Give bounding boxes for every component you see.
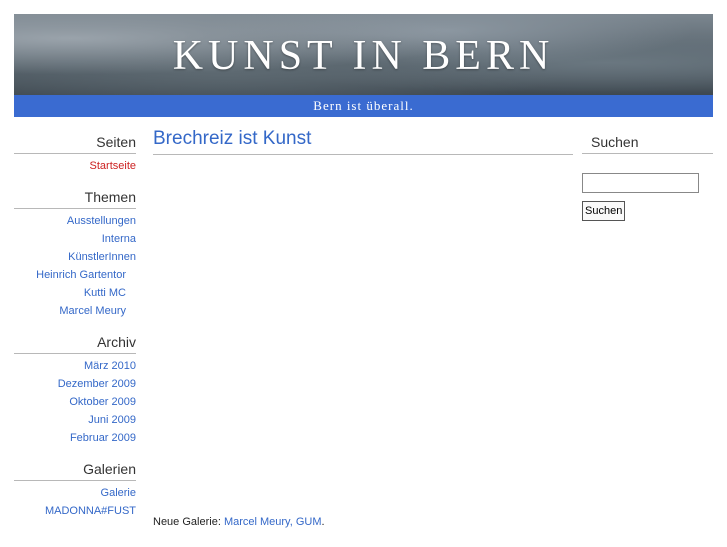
archive-link-juni-2009[interactable]: Juni 2009 — [88, 414, 136, 426]
list-item: Marcel Meury — [14, 302, 136, 320]
widget-title-pages: Seiten — [14, 134, 136, 154]
list-item: KünstlerInnen — [14, 248, 136, 266]
list-item: Dezember 2009 — [14, 375, 136, 393]
list-item: Juni 2009 — [14, 411, 136, 429]
archive-link-oktober-2009[interactable]: Oktober 2009 — [69, 396, 136, 408]
themes-list: Ausstellungen Interna KünstlerInnen Hein… — [14, 212, 136, 320]
category-link-ausstellungen[interactable]: Ausstellungen — [67, 215, 136, 227]
main-content: Brechreiz ist Kunst — [153, 128, 573, 155]
site-title[interactable]: KUNST IN BERN — [14, 32, 713, 80]
list-item: Februar 2009 — [14, 429, 136, 447]
widget-title-archive: Archiv — [14, 334, 136, 354]
list-item: Kutti MC — [14, 284, 136, 302]
archive-link-dezember-2009[interactable]: Dezember 2009 — [58, 378, 136, 390]
list-item: März 2010 — [14, 357, 136, 375]
excerpt-prefix: Neue Galerie: — [153, 516, 224, 528]
search-input[interactable] — [582, 173, 699, 193]
widget-title-search: Suchen — [582, 134, 713, 154]
list-item: Galerie — [14, 484, 136, 502]
post-excerpt: Neue Galerie: Marcel Meury, GUM. — [153, 516, 325, 528]
list-item: Interna — [14, 230, 136, 248]
archive-link-maerz-2010[interactable]: März 2010 — [84, 360, 136, 372]
post-text-cutoff — [153, 539, 573, 547]
category-link-interna[interactable]: Interna — [102, 233, 136, 245]
left-sidebar: Seiten Startseite Themen Ausstellungen I… — [14, 134, 136, 520]
category-link-kuenstlerinnen[interactable]: KünstlerInnen — [68, 251, 136, 263]
galleries-list: Galerie MADONNA#FUST — [14, 484, 136, 520]
gallery-link-madonna-fust[interactable]: MADONNA#FUST — [45, 505, 136, 517]
category-link-marcel-meury[interactable]: Marcel Meury — [59, 305, 126, 317]
list-item: Ausstellungen — [14, 212, 136, 230]
gallery-link-galerie[interactable]: Galerie — [101, 487, 136, 499]
tagline: Bern ist überall. — [313, 98, 414, 113]
gallery-link-marcel-meury-gum[interactable]: Marcel Meury, GUM — [224, 516, 322, 528]
archive-link-februar-2009[interactable]: Februar 2009 — [70, 432, 136, 444]
category-link-kutti-mc[interactable]: Kutti MC — [84, 287, 126, 299]
post-title-link[interactable]: Brechreiz ist Kunst — [153, 128, 311, 149]
list-item: Oktober 2009 — [14, 393, 136, 411]
pages-list: Startseite — [14, 157, 136, 175]
widget-title-galleries: Galerien — [14, 461, 136, 481]
right-sidebar: Suchen Suchen — [582, 134, 713, 221]
list-item: Startseite — [14, 157, 136, 175]
widget-title-themes: Themen — [14, 189, 136, 209]
header-banner: KUNST IN BERN — [14, 14, 713, 95]
list-item: MADONNA#FUST — [14, 502, 136, 520]
archive-list: März 2010 Dezember 2009 Oktober 2009 Jun… — [14, 357, 136, 447]
tagline-bar: Bern ist überall. — [14, 95, 713, 117]
search-button[interactable]: Suchen — [582, 201, 626, 221]
list-item: Heinrich Gartentor — [14, 266, 136, 284]
nav-link-startseite[interactable]: Startseite — [90, 160, 136, 172]
excerpt-suffix: . — [321, 516, 325, 528]
post-title: Brechreiz ist Kunst — [153, 128, 573, 155]
category-link-heinrich-gartentor[interactable]: Heinrich Gartentor — [36, 269, 126, 281]
